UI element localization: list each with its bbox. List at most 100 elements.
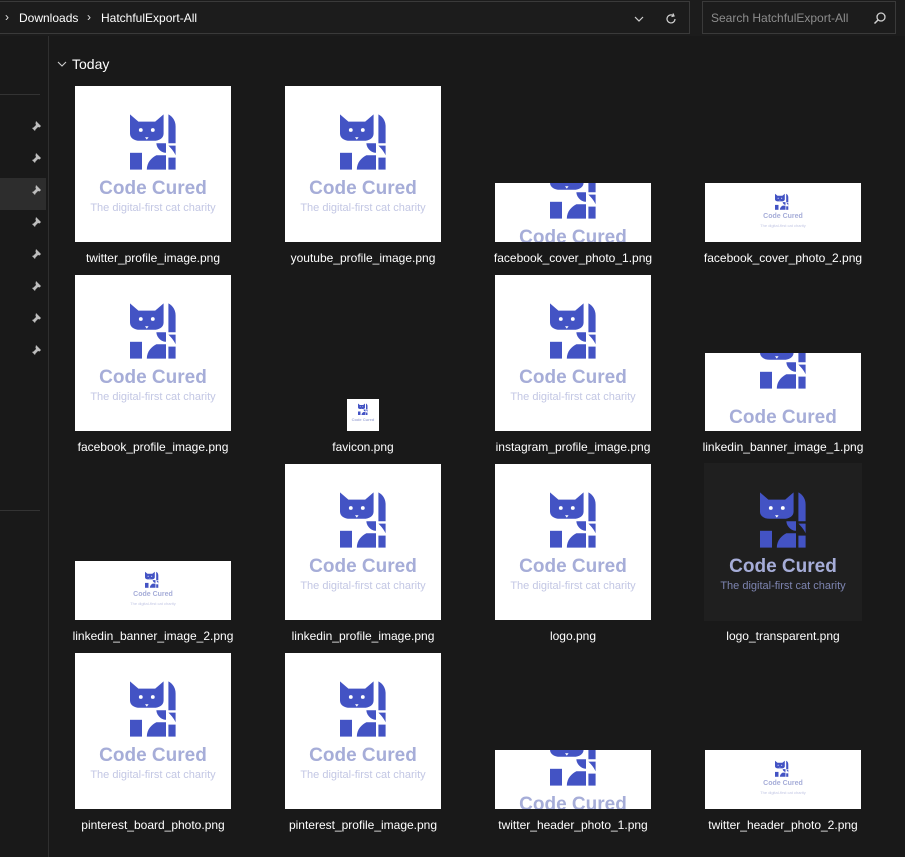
- thumbnail: Code Cured: [347, 399, 379, 431]
- history-dropdown-button[interactable]: [627, 8, 651, 30]
- brand-name: Code Cured: [351, 417, 375, 422]
- brand-name: Code Cured: [763, 780, 803, 787]
- file-item[interactable]: Code Cured The digital-first cat charity i…: [495, 275, 675, 460]
- file-item[interactable]: Code Cured facebook_cover_photo_1.png: [494, 86, 675, 271]
- thumbnail: Code Cured The digital-first cat charity: [285, 464, 441, 620]
- thumbnail: Code Cured The digital-first cat charity: [495, 275, 651, 431]
- file-name: linkedin_banner_image_2.png: [72, 629, 234, 643]
- brand-name: Code Cured: [519, 556, 627, 577]
- brand-name: Code Cured: [519, 227, 627, 242]
- search-input[interactable]: [711, 11, 861, 25]
- file-name: favicon.png: [332, 440, 394, 454]
- file-item[interactable]: Code Cured The digital-first cat charity t…: [75, 86, 255, 271]
- brand-tagline: The digital-first cat charity: [90, 202, 216, 214]
- brand-tagline: The digital-first cat charity: [300, 769, 426, 781]
- thumbnail: Code Cured The digital-first cat charity: [705, 464, 861, 620]
- logo-image: [340, 679, 388, 742]
- file-name: pinterest_board_photo.png: [81, 818, 225, 832]
- search-icon: [873, 12, 886, 25]
- logo-image: [340, 490, 388, 553]
- file-item[interactable]: Code Cured favicon.png: [285, 275, 465, 460]
- file-item[interactable]: Code Cured The digital-first cat charity l…: [285, 464, 465, 649]
- logo-image: [760, 490, 808, 553]
- file-name: facebook_cover_photo_2.png: [703, 251, 863, 265]
- brand-name: Code Cured: [99, 745, 207, 766]
- search-box[interactable]: [702, 1, 896, 34]
- brand-tagline: The digital-first cat charity: [300, 580, 426, 592]
- brand-tagline: The digital-first cat charity: [510, 580, 636, 592]
- file-item[interactable]: Code Cured The digital-first cat charity l…: [73, 464, 255, 649]
- pin-icon[interactable]: [30, 247, 44, 261]
- pin-icon[interactable]: [30, 183, 44, 197]
- pin-icon[interactable]: [30, 215, 44, 229]
- brand-name: Code Cured: [133, 591, 173, 598]
- file-name: twitter_header_photo_2.png: [708, 818, 858, 832]
- thumbnail: Code Cured The digital-first cat charity: [705, 183, 861, 242]
- file-item[interactable]: Code Cured The digital-first cat charity t…: [705, 653, 885, 838]
- file-item[interactable]: Code Cured The digital-first cat charity p…: [285, 653, 465, 838]
- brand-tagline: The digital-first cat charity: [760, 790, 806, 795]
- logo-image: [775, 193, 789, 214]
- breadcrumb-current-folder[interactable]: HatchfulExport-All: [101, 11, 197, 25]
- file-name: linkedin_banner_image_1.png: [702, 440, 864, 454]
- thumbnail: Code Cured The digital-first cat charity: [495, 464, 651, 620]
- thumbnail: Code Cured: [495, 183, 651, 242]
- brand-name: Code Cured: [519, 794, 627, 809]
- logo-image: [760, 353, 808, 394]
- brand-tagline: The digital-first cat charity: [300, 202, 426, 214]
- logo-image: [340, 112, 388, 175]
- logo-image: [130, 679, 178, 742]
- file-name: twitter_profile_image.png: [85, 251, 221, 265]
- chevron-right-icon: ›: [87, 10, 91, 24]
- logo-image: [130, 301, 178, 364]
- file-name: instagram_profile_image.png: [495, 440, 651, 454]
- breadcrumb-downloads[interactable]: Downloads: [19, 11, 78, 25]
- file-item[interactable]: Code Cured The digital-first cat charity l…: [705, 464, 885, 649]
- file-item[interactable]: Code Cured The digital-first cat charity f…: [704, 86, 885, 271]
- logo-image: [550, 301, 598, 364]
- pin-icon[interactable]: [30, 279, 44, 293]
- brand-name: Code Cured: [519, 367, 627, 388]
- file-item[interactable]: Code Cured linkedin_banner_image_1.png: [703, 275, 885, 460]
- brand-tagline: The digital-first cat charity: [720, 580, 846, 592]
- refresh-button[interactable]: [659, 8, 683, 30]
- thumbnail: Code Cured The digital-first cat charity: [285, 653, 441, 809]
- brand-name: Code Cured: [309, 745, 417, 766]
- file-item[interactable]: Code Cured The digital-first cat charity y…: [285, 86, 465, 271]
- pin-icon[interactable]: [30, 119, 44, 133]
- pane-splitter[interactable]: [48, 36, 49, 857]
- thumbnail: Code Cured The digital-first cat charity: [75, 561, 231, 620]
- chevron-down-icon: [634, 16, 644, 22]
- brand-name: Code Cured: [729, 556, 837, 577]
- file-name: linkedin_profile_image.png: [291, 629, 435, 643]
- brand-name: Code Cured: [309, 178, 417, 199]
- file-name: facebook_profile_image.png: [77, 440, 229, 454]
- file-item[interactable]: Code Cured The digital-first cat charity p…: [75, 653, 255, 838]
- brand-name: Code Cured: [99, 178, 207, 199]
- file-name: twitter_header_photo_1.png: [498, 818, 648, 832]
- brand-tagline: The digital-first cat charity: [130, 601, 176, 606]
- thumbnail: Code Cured: [495, 750, 651, 809]
- file-name: facebook_cover_photo_1.png: [493, 251, 653, 265]
- logo-image: [550, 183, 598, 224]
- logo-image: [145, 571, 159, 592]
- refresh-icon: [666, 13, 676, 24]
- file-name: logo_transparent.png: [726, 629, 840, 643]
- brand-name: Code Cured: [99, 367, 207, 388]
- pin-icon[interactable]: [30, 311, 44, 325]
- file-item[interactable]: Code Cured twitter_header_photo_1.png: [495, 653, 675, 838]
- logo-image: [550, 490, 598, 553]
- group-label: Today: [72, 56, 110, 72]
- pin-icon[interactable]: [30, 343, 44, 357]
- file-item[interactable]: Code Cured The digital-first cat charity l…: [495, 464, 675, 649]
- brand-name: Code Cured: [729, 407, 837, 428]
- thumbnail: Code Cured: [705, 353, 861, 431]
- file-name: logo.png: [549, 629, 597, 643]
- pin-icon[interactable]: [30, 151, 44, 165]
- thumbnail: Code Cured The digital-first cat charity: [285, 86, 441, 242]
- file-item[interactable]: Code Cured The digital-first cat charity f…: [75, 275, 255, 460]
- group-header-today[interactable]: Today: [56, 56, 109, 72]
- chevron-down-icon: [57, 61, 67, 67]
- address-bar[interactable]: › Downloads › HatchfulExport-All: [0, 1, 690, 34]
- search-button[interactable]: [871, 9, 889, 27]
